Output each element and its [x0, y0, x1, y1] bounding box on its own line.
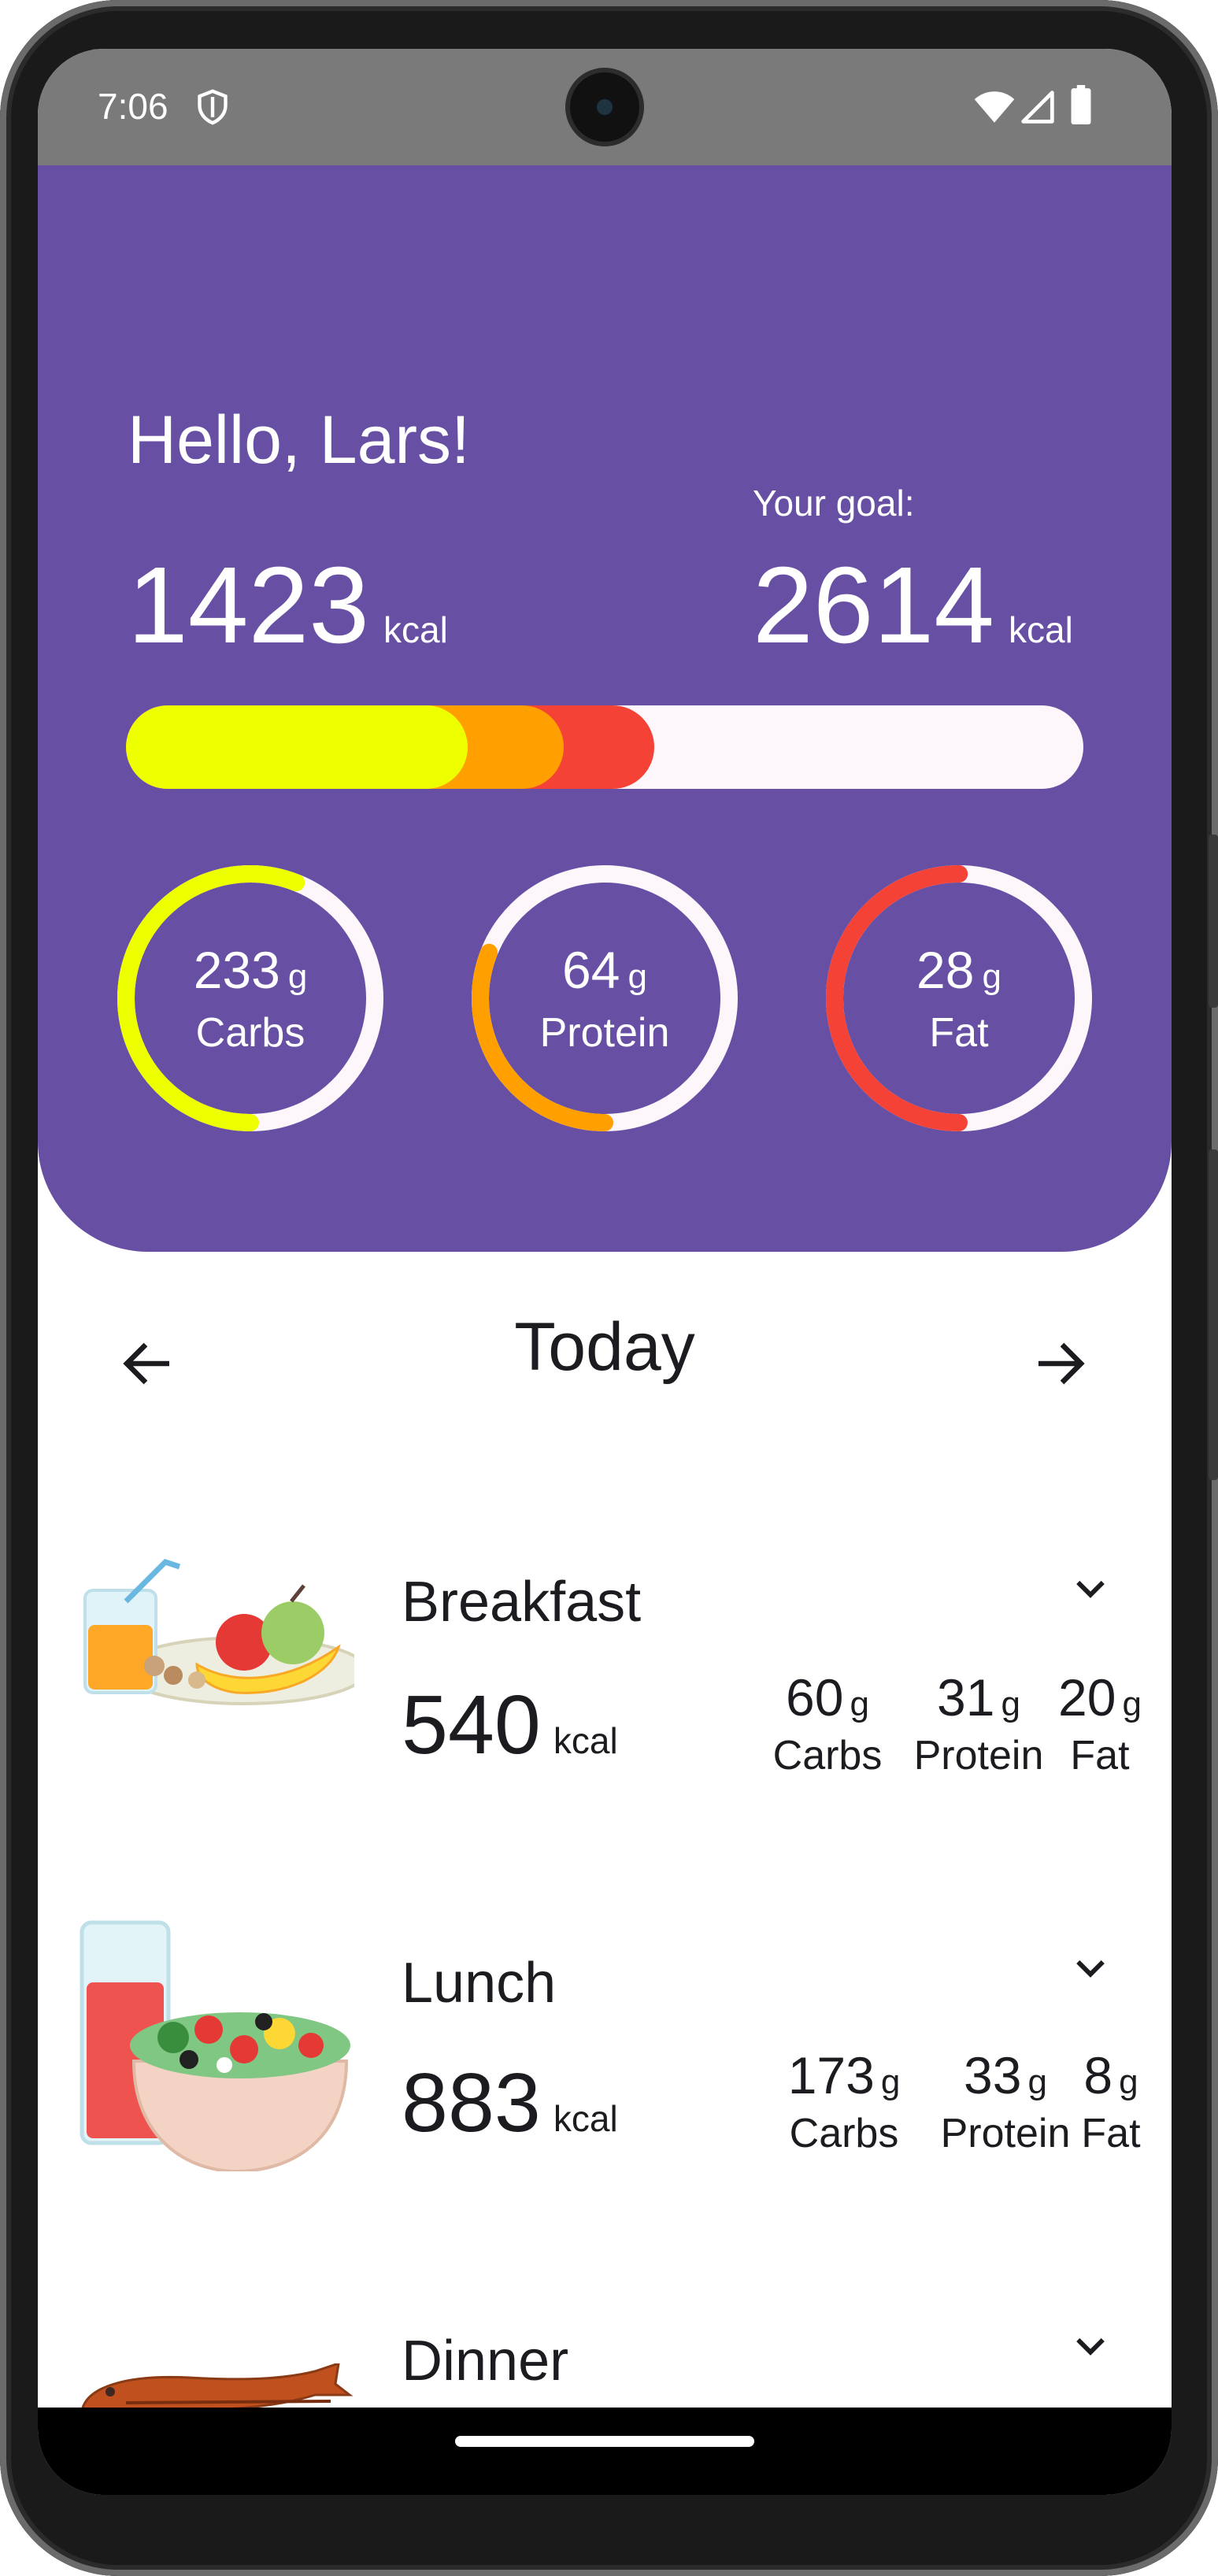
- meal-macro-carbs: 173 g Carbs: [787, 2046, 901, 2156]
- carbs-ring-value: 233 g: [193, 941, 308, 999]
- eaten-kcal: 1423 kcal: [128, 551, 448, 660]
- fat-ring-label: Fat: [929, 1010, 989, 1056]
- goal-kcal-value: 2614: [753, 545, 994, 666]
- eaten-kcal-unit: kcal: [383, 609, 448, 650]
- meal-name: Dinner: [402, 2330, 569, 2393]
- goal-label: Your goal:: [753, 483, 915, 524]
- chevron-down-icon[interactable]: [1069, 1568, 1112, 1611]
- carbs-ring-label: Carbs: [195, 1010, 305, 1056]
- volume-button: [1209, 1149, 1218, 1480]
- meal-name: Lunch: [402, 1952, 557, 2015]
- home-gesture-handle[interactable]: [455, 2436, 754, 2447]
- meal-kcal-value: 540: [402, 1678, 541, 1771]
- meal-macro-fat: 20 g Fat: [1058, 1668, 1142, 1778]
- protein-ring-label: Protein: [539, 1010, 670, 1056]
- chevron-down-icon[interactable]: [1069, 2326, 1112, 2368]
- breakfast-image: [83, 1558, 354, 1705]
- signal-icon: [1021, 91, 1054, 124]
- meal-kcal: 540 kcal: [402, 1683, 618, 1767]
- meal-kcal-value: 883: [402, 2056, 541, 2149]
- wifi-icon: [974, 91, 1015, 123]
- fat-ring-value: 28 g: [916, 941, 1001, 999]
- shield-icon: [198, 89, 228, 125]
- battery-icon: [1071, 85, 1091, 124]
- greeting: Hello, Lars!: [128, 402, 470, 478]
- chevron-down-icon[interactable]: [1069, 1948, 1112, 1990]
- status-time: 7:06: [98, 86, 168, 127]
- app-screen: 7:06 Hello, Lars! Your goal: 1423 kcal 2…: [38, 49, 1172, 2495]
- meal-card-breakfast[interactable]: Breakfast 540 kcal 60 g Carbs 31 g Protein …: [38, 1529, 1172, 1844]
- goal-kcal-unit: kcal: [1009, 609, 1073, 650]
- meal-macro-fat: 8g Fat: [1081, 2046, 1141, 2156]
- meal-macro-protein: 31 g Protein: [913, 1668, 1044, 1778]
- protein-ring: 64 g Protein: [469, 863, 740, 1134]
- kcal-progress-bar: [126, 705, 1083, 789]
- front-camera: [570, 72, 639, 142]
- meal-kcal-unit: kcal: [553, 1720, 618, 1761]
- day-title: Today: [514, 1309, 695, 1385]
- daily-summary-card: Hello, Lars! Your goal: 1423 kcal 2614 kca…: [38, 165, 1172, 1252]
- fat-ring: 28 g Fat: [824, 863, 1094, 1134]
- phone-frame: 7:06 Hello, Lars! Your goal: 1423 kcal 2…: [0, 0, 1218, 2576]
- dinner-image: [80, 2363, 354, 2411]
- eaten-kcal-value: 1423: [128, 545, 369, 666]
- meal-kcal: 883 kcal: [402, 2061, 618, 2145]
- lunch-image: [80, 1920, 350, 2171]
- protein-ring-value: 64 g: [562, 941, 647, 999]
- goal-kcal: 2614 kcal: [753, 551, 1073, 660]
- status-bar: 7:06: [38, 49, 1172, 165]
- carbs-progress-segment: [126, 705, 468, 789]
- meal-card-dinner[interactable]: Dinner: [38, 2285, 1172, 2411]
- meal-card-lunch[interactable]: Lunch 883 kcal 173 g Carbs 33 g Protein 8g …: [38, 1907, 1172, 2222]
- system-navigation-bar: [38, 2408, 1172, 2495]
- arrow-right-icon[interactable]: [1031, 1335, 1088, 1392]
- meal-kcal-unit: kcal: [553, 2098, 618, 2139]
- meal-name: Breakfast: [402, 1571, 642, 1634]
- power-button: [1209, 835, 1218, 1008]
- carbs-ring: 233 g Carbs: [115, 863, 386, 1134]
